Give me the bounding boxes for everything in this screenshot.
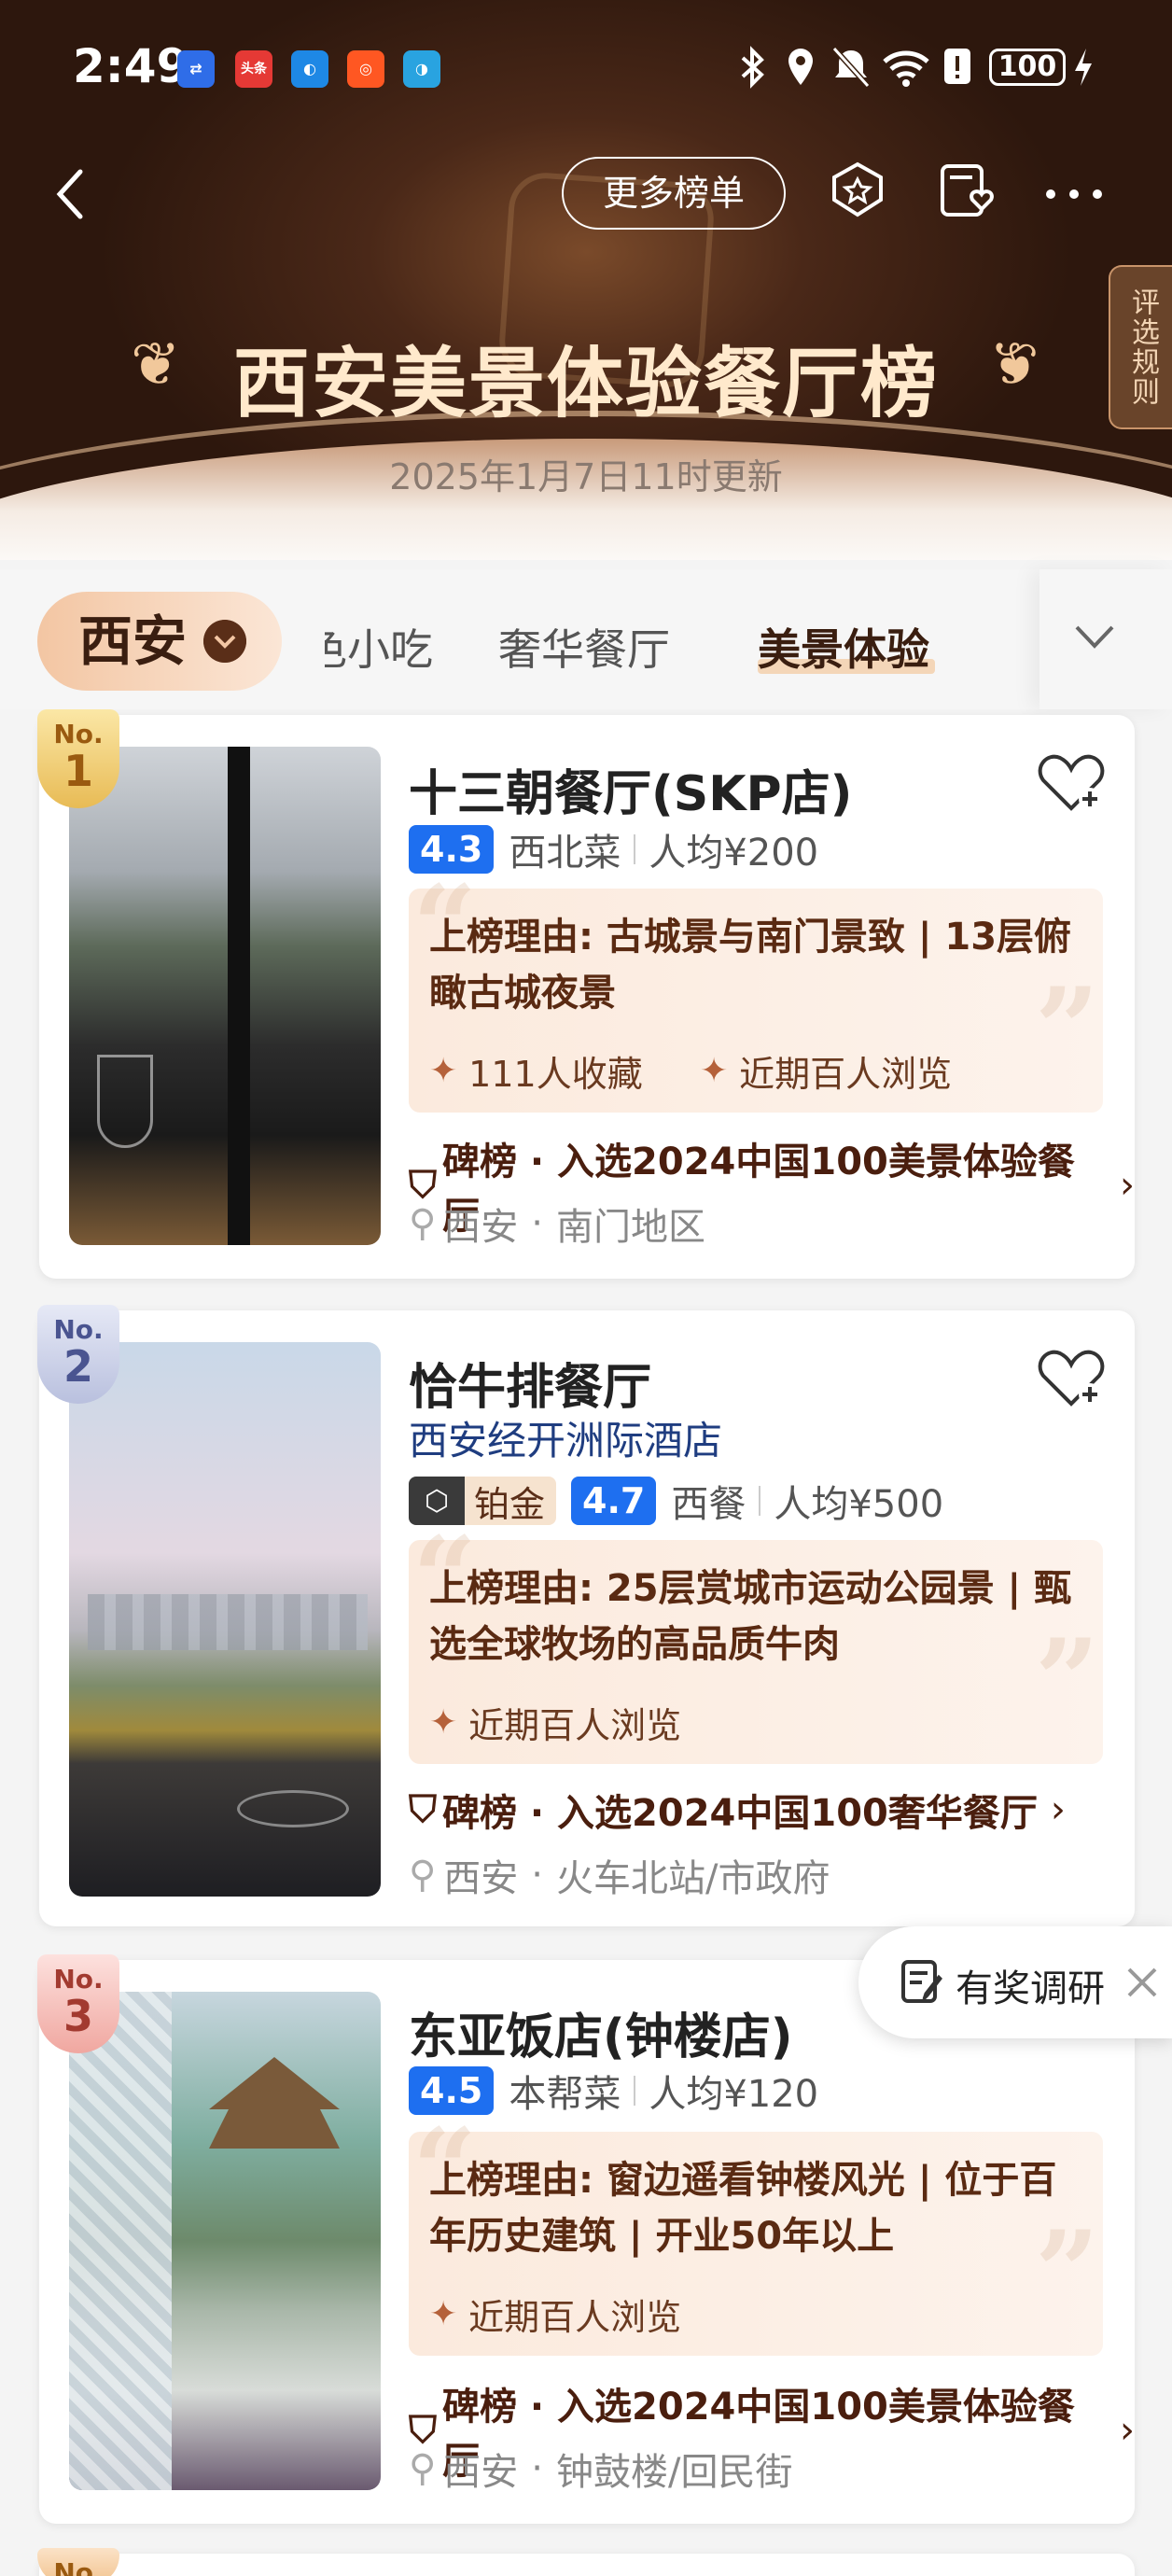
pin-icon: ⚲ (409, 2447, 437, 2490)
cuisine: 西餐 (671, 1483, 746, 1526)
pin-icon: ⚲ (409, 1854, 437, 1897)
location-row: ⚲ 西安 · 南门地区 (409, 1202, 706, 1249)
browser-icon: ◐ (291, 50, 328, 88)
restaurant-photo[interactable] (69, 1992, 381, 2490)
back-arrow-icon[interactable] (49, 166, 95, 222)
stat-views: ✦ 近期百人浏览 (429, 1703, 682, 1746)
cuisine: 西北菜 (509, 832, 621, 875)
restaurant-card-4[interactable]: No. (37, 2548, 1135, 2576)
sparkle-icon: ✦ (429, 1052, 458, 1090)
tab-snacks[interactable]: 色小吃 (325, 616, 433, 678)
usb-icon: ⇄ (177, 50, 215, 88)
more-lists-button[interactable]: 更多榜单 (562, 157, 786, 230)
location-row: ⚲ 西安 · 火车北站/市政府 (409, 1854, 830, 1900)
app-red-icon: ◎ (347, 50, 384, 88)
award-badge-icon[interactable] (825, 159, 890, 224)
pin-icon: ⚲ (409, 1202, 437, 1245)
stat-views: ✦ 近期百人浏览 (700, 1052, 953, 1095)
more-options-icon[interactable] (1041, 159, 1107, 224)
chevron-down-icon (1075, 625, 1114, 649)
sparkle-icon: ✦ (429, 1703, 458, 1742)
restaurant-photo[interactable] (69, 747, 381, 1245)
update-time: 2025年1月7日11时更新 (389, 456, 783, 497)
expand-tabs-button[interactable] (1039, 569, 1172, 709)
rank-badge: No. 1 (37, 709, 119, 808)
survey-edit-icon (901, 1960, 942, 2003)
wifi-icon (883, 50, 929, 87)
hotel-subtitle: 西安经开洲际酒店 (409, 1418, 723, 1463)
reason-text: 上榜理由: 窗边遥看钟楼风光 | 位于百年历史建筑 | 开业50年以上 (429, 2159, 1057, 2258)
chevron-down-icon (203, 620, 246, 663)
avg-price: 人均¥500 (774, 1483, 944, 1526)
cuisine: 本帮菜 (509, 2073, 621, 2116)
reason-box: “ ” 上榜理由: 窗边遥看钟楼风光 | 位于百年历史建筑 | 开业50年以上 … (409, 2104, 1103, 2356)
app-blue-icon: ◑ (403, 50, 440, 88)
avg-price: 人均¥120 (649, 2073, 819, 2116)
favorite-heart-icon[interactable] (1036, 750, 1107, 816)
sparkle-icon: ✦ (429, 2295, 458, 2333)
status-bar: 2:49 ⇄ 头条 ◐ ◎ ◑ 100 (0, 0, 1172, 131)
restaurant-name[interactable]: 十三朝餐厅(SKP店) (409, 754, 852, 824)
bluetooth-icon (741, 46, 764, 89)
reason-text: 上榜理由: 古城景与南门景致 | 13层俯瞰古城夜景 (429, 916, 1072, 1015)
rank-badge: No. 3 (37, 1954, 119, 2053)
shield-icon: ⛉ (409, 1788, 437, 1831)
rating-score: 4.7 (571, 1477, 657, 1525)
reason-box: “ ” 上榜理由: 古城景与南门景致 | 13层俯瞰古城夜景 ✦ 111人收藏 ✦… (409, 861, 1103, 1113)
favorite-heart-icon[interactable] (1036, 1346, 1107, 1411)
city-label: 西安 (78, 609, 188, 673)
close-icon[interactable] (1123, 1964, 1161, 2001)
reason-text: 上榜理由: 25层赏城市运动公园景 | 甄选全球牧场的高品质牛肉 (429, 1567, 1072, 1666)
location-row: ⚲ 西安 · 钟鼓楼/回民街 (409, 2447, 793, 2494)
avg-price: 人均¥200 (649, 832, 819, 875)
battery-indicator: 100 (989, 49, 1066, 86)
alert-icon (944, 49, 970, 84)
restaurant-card-1[interactable]: No. 1 十三朝餐厅(SKP店) 4.3 西北菜 人均¥200 “ ” 上榜理由… (37, 709, 1135, 1279)
tab-scenic[interactable]: 美景体验 (758, 616, 929, 678)
rating-row: ⬡ 铂金 4.7 西餐 人均¥500 (409, 1475, 943, 1527)
status-time: 2:49 (73, 39, 189, 93)
restaurant-card-3[interactable]: No. 3 东亚饭店(钟楼店) 4.5 本帮菜 人均¥120 “ ” 上榜理由: … (37, 1954, 1135, 2524)
city-selector[interactable]: 西安 (37, 592, 282, 691)
mute-bell-icon (831, 46, 871, 89)
restaurant-name[interactable]: 恰牛排餐厅 (409, 1348, 651, 1418)
restaurant-card-2[interactable]: No. 2 恰牛排餐厅 西安经开洲际酒店 ⬡ 铂金 4.7 西餐 人均¥500 “ … (37, 1305, 1135, 1926)
reason-box: “ ” 上榜理由: 25层赏城市运动公园景 | 甄选全球牧场的高品质牛肉 ✦ 近期… (409, 1512, 1103, 1764)
restaurant-name[interactable]: 东亚饭店(钟楼店) (409, 1997, 793, 2067)
laurel-right-icon: ❦ (989, 330, 1039, 399)
favorite-list-icon[interactable] (935, 159, 1000, 224)
stat-views: ✦ 近期百人浏览 (429, 2295, 682, 2338)
survey-float-button[interactable]: 有奖调研 (858, 1926, 1172, 2038)
tab-luxury[interactable]: 奢华餐厅 (498, 616, 670, 678)
rank-badge: No. 2 (37, 1305, 119, 1404)
charging-icon (1075, 49, 1092, 86)
rank-badge: No. (37, 2548, 119, 2576)
toutiao-icon: 头条 (235, 50, 272, 88)
location-icon (788, 49, 813, 85)
survey-label: 有奖调研 (956, 1967, 1105, 2010)
restaurant-photo[interactable] (69, 1342, 381, 1897)
stat-favorites: ✦ 111人收藏 (429, 1052, 643, 1095)
list-honor-link[interactable]: ⛉ 碑榜 · 入选2024中国100奢华餐厅 › (409, 1783, 1066, 1837)
sparkle-icon: ✦ (700, 1052, 729, 1090)
category-tab-bar: 西安 色小吃 奢华餐厅 美景体验 (0, 569, 1172, 709)
